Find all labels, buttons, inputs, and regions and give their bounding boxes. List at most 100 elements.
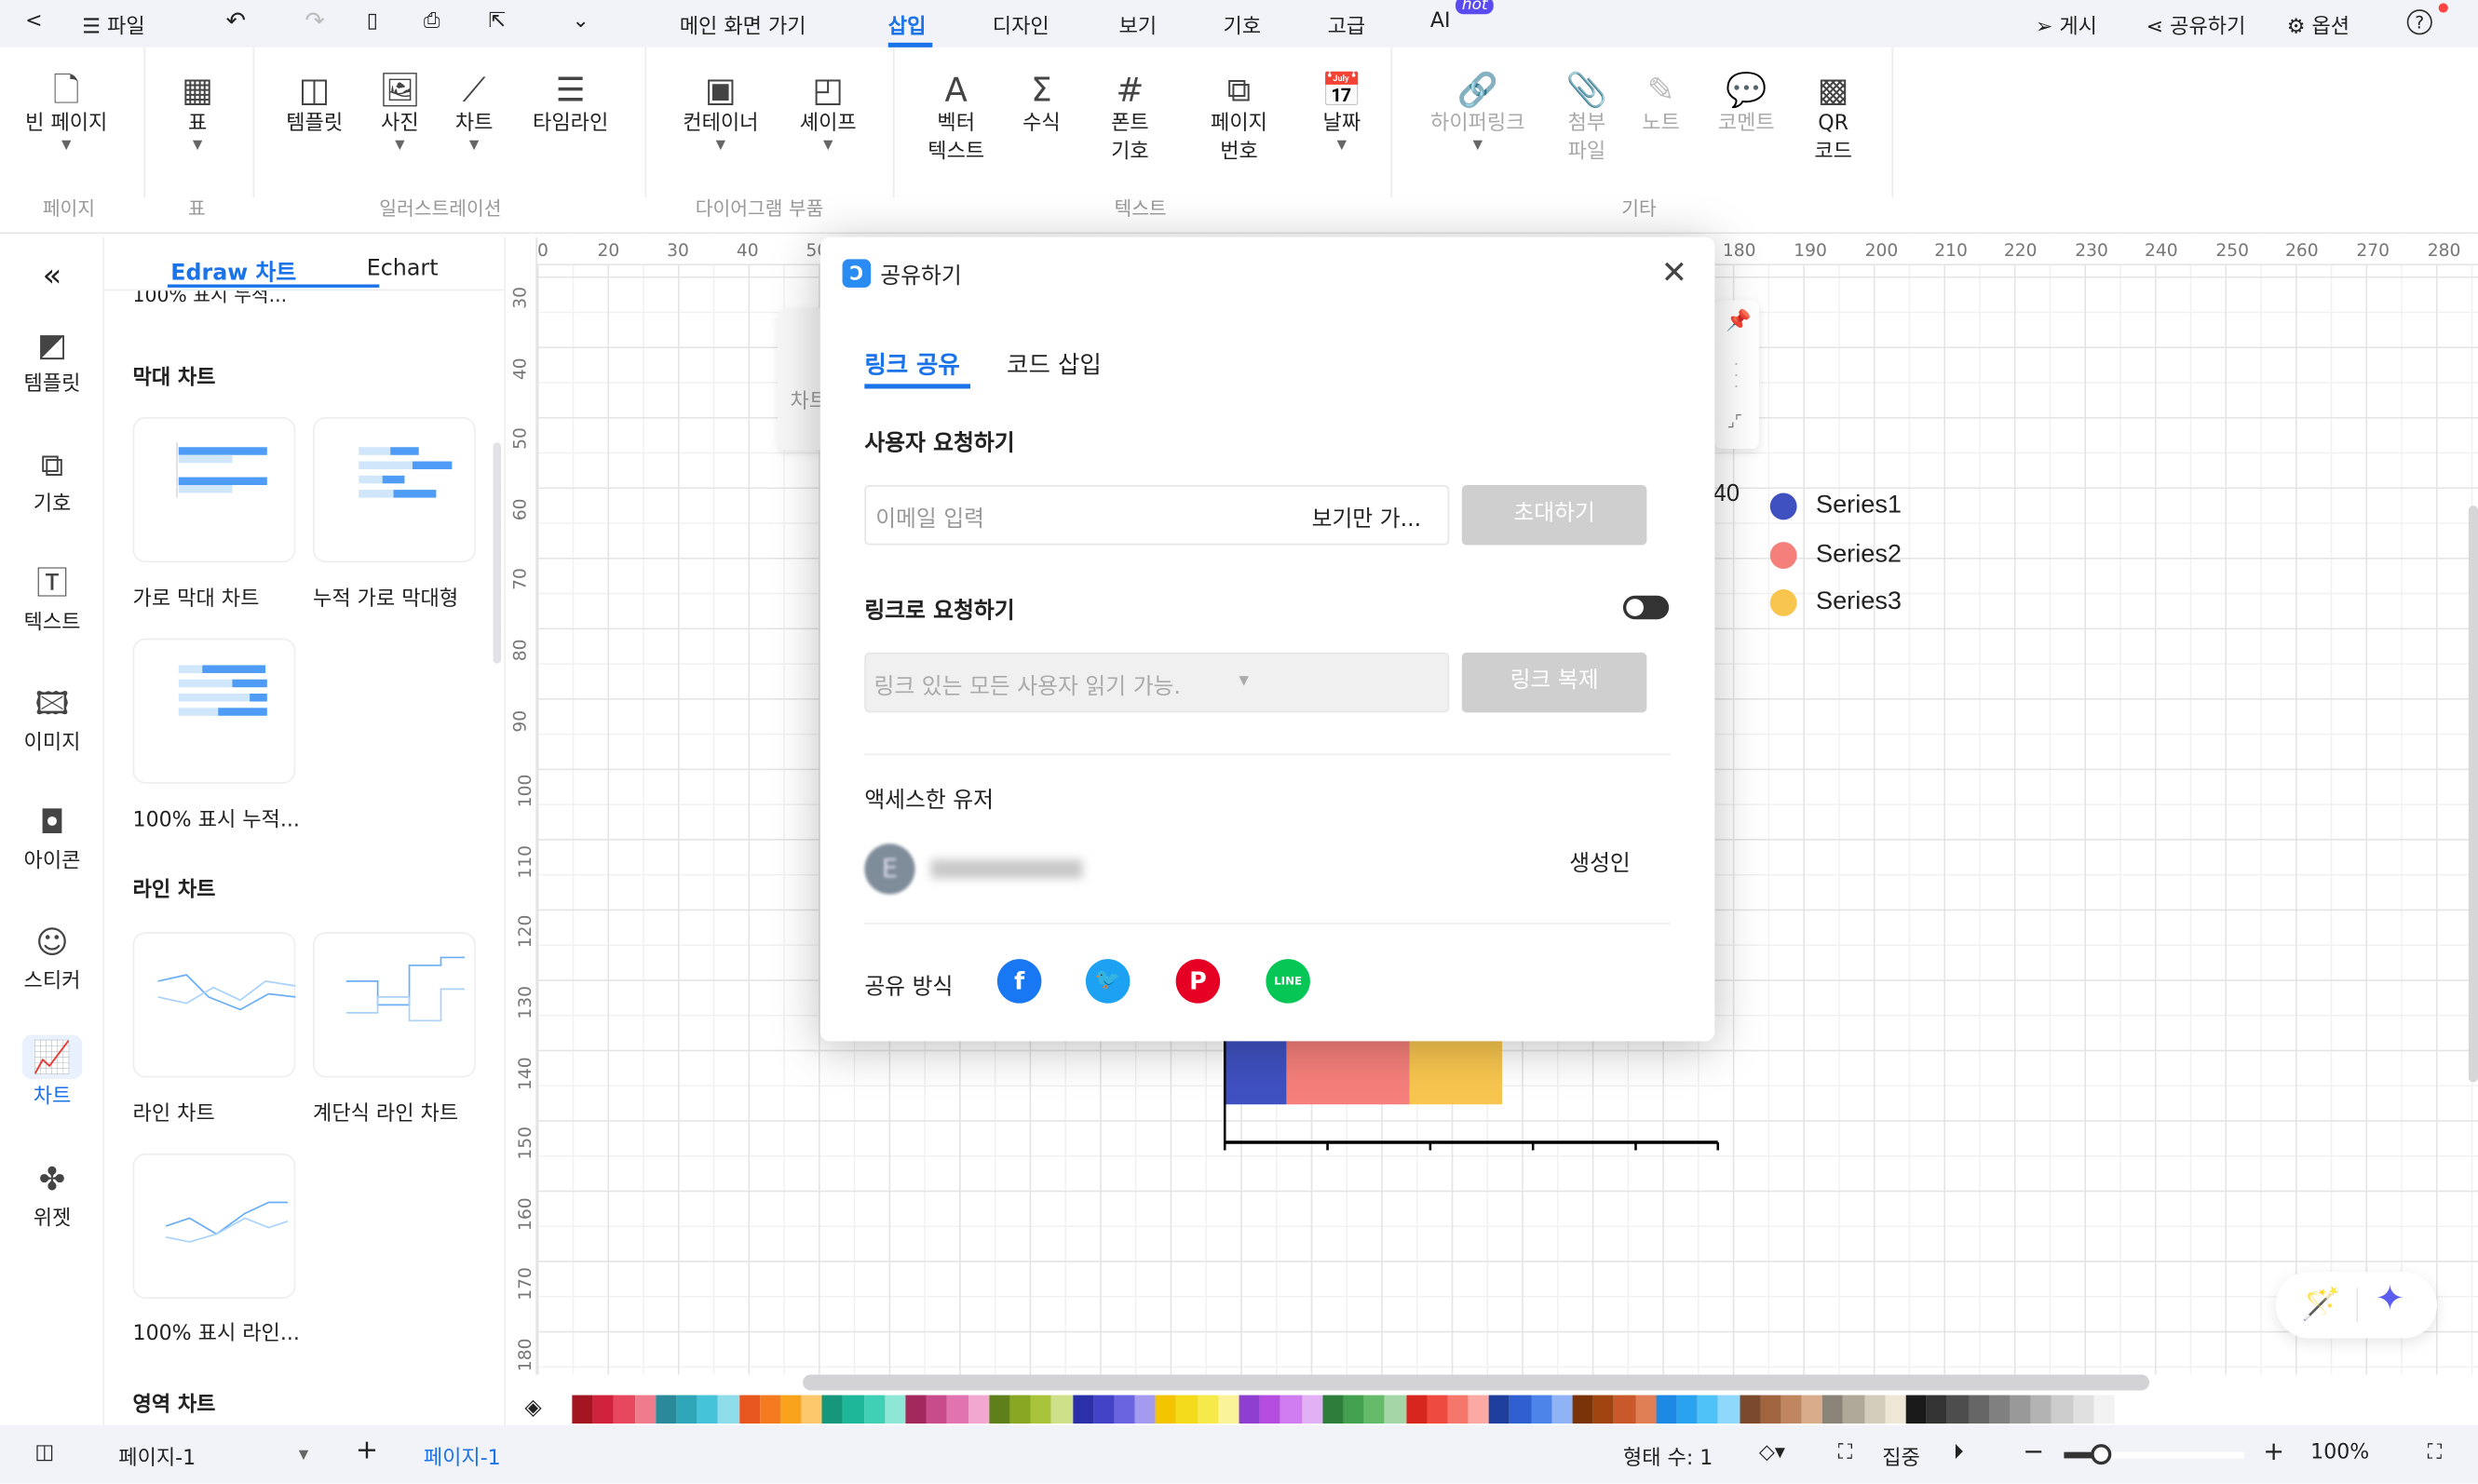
pin-icon[interactable]: 📌	[1726, 310, 1751, 333]
panel-scrollbar[interactable]	[493, 442, 501, 664]
magic-wand-icon[interactable]: 🪄	[2301, 1285, 2340, 1323]
color-swatch[interactable]	[1176, 1395, 1198, 1424]
color-swatch[interactable]	[1760, 1395, 1781, 1424]
color-swatch[interactable]	[1843, 1395, 1864, 1424]
rail-item-symbol[interactable]: ⧉ 기호	[0, 442, 104, 517]
color-swatch[interactable]	[1009, 1395, 1031, 1424]
color-swatch[interactable]	[1405, 1395, 1427, 1424]
collapse-corner-icon[interactable]: ⌟⌜	[1727, 414, 1742, 432]
link-toggle[interactable]	[1622, 595, 1670, 620]
tab-design[interactable]: 디자인	[993, 9, 1049, 39]
color-swatch[interactable]	[1343, 1395, 1364, 1424]
color-swatch[interactable]	[614, 1395, 635, 1424]
color-swatch[interactable]	[1322, 1395, 1344, 1424]
facebook-icon[interactable]: f	[996, 959, 1042, 1004]
hyperlink-button[interactable]: 🔗 하이퍼링크 ▼	[1419, 70, 1537, 152]
chart-button[interactable]: ⟋ 차트 ▼	[446, 70, 503, 152]
add-page-button[interactable]: +	[356, 1435, 378, 1466]
zoom-slider-knob[interactable]	[2090, 1444, 2111, 1465]
color-swatch[interactable]	[1030, 1395, 1052, 1424]
color-swatch[interactable]	[926, 1395, 948, 1424]
color-swatch[interactable]	[1385, 1395, 1406, 1424]
color-swatch[interactable]	[1634, 1395, 1657, 1424]
color-swatch[interactable]	[1781, 1395, 1802, 1424]
close-icon[interactable]: ✕	[1661, 253, 1687, 291]
rail-item-template[interactable]: ◩ 템플릿	[0, 322, 104, 397]
chart-thumb-line[interactable]	[132, 932, 296, 1078]
color-swatch[interactable]	[655, 1395, 677, 1424]
tab-symbol[interactable]: 기호	[1224, 9, 1262, 39]
color-swatch[interactable]	[1197, 1395, 1219, 1424]
color-swatch[interactable]	[1592, 1395, 1615, 1424]
color-swatch[interactable]	[1614, 1395, 1635, 1424]
color-swatch[interactable]	[1676, 1395, 1698, 1424]
focus-icon[interactable]: ⛶	[1838, 1441, 1852, 1464]
invite-button[interactable]: 초대하기	[1461, 485, 1647, 546]
copy-link-button[interactable]: 링크 복제	[1461, 652, 1647, 713]
twitter-icon[interactable]: 🐦	[1085, 959, 1131, 1004]
color-swatch[interactable]	[1822, 1395, 1844, 1424]
container-button[interactable]: ▣ 컨테이너 ▼	[670, 70, 772, 152]
sparkle-icon[interactable]: ✦	[2376, 1280, 2404, 1319]
color-swatch[interactable]	[676, 1395, 697, 1424]
collapse-icon[interactable]: «	[0, 256, 104, 294]
color-swatch[interactable]	[1905, 1395, 1928, 1424]
template-button[interactable]: ◫ 템플릿	[275, 70, 354, 140]
line-icon[interactable]: LINE	[1266, 959, 1310, 1004]
color-swatch[interactable]	[905, 1395, 927, 1424]
print-icon[interactable]: ⎙	[424, 9, 440, 33]
color-swatch[interactable]	[2072, 1395, 2094, 1424]
date-button[interactable]: 📅 날짜 ▼	[1312, 70, 1372, 152]
color-swatch[interactable]	[1718, 1395, 1740, 1424]
color-swatch[interactable]	[738, 1395, 760, 1424]
fit-screen-icon[interactable]: ⛶	[2428, 1441, 2442, 1464]
color-swatch[interactable]	[592, 1395, 615, 1424]
color-swatch[interactable]	[947, 1395, 968, 1424]
color-swatch[interactable]	[1259, 1395, 1281, 1424]
redo-icon[interactable]: ↷	[305, 7, 325, 35]
drag-handle-icon[interactable]: · · ·	[1734, 358, 1739, 396]
main-home-link[interactable]: 메인 화면 가기	[680, 9, 806, 39]
comment-button[interactable]: 💬 코멘트	[1707, 70, 1786, 140]
color-swatch[interactable]	[2051, 1395, 2073, 1424]
options-button[interactable]: ⚙ 옵션	[2287, 9, 2349, 39]
more-icon[interactable]: ⌄	[572, 9, 589, 33]
note-button[interactable]: ✎ 노트	[1631, 70, 1690, 140]
color-swatch[interactable]	[1092, 1395, 1115, 1424]
color-swatch[interactable]	[1947, 1395, 1969, 1424]
formula-button[interactable]: Σ 수식	[1011, 70, 1071, 140]
share-button[interactable]: ⋖ 공유하기	[2146, 9, 2246, 39]
color-swatch[interactable]	[1114, 1395, 1135, 1424]
canvas-vertical-scrollbar[interactable]	[2468, 506, 2478, 1083]
color-swatch[interactable]	[801, 1395, 822, 1424]
color-swatch[interactable]	[863, 1395, 886, 1424]
color-swatch[interactable]	[1363, 1395, 1386, 1424]
color-swatch[interactable]	[634, 1395, 656, 1424]
color-swatch[interactable]	[1968, 1395, 1990, 1424]
color-swatch[interactable]	[572, 1395, 593, 1424]
color-swatch[interactable]	[2030, 1395, 2052, 1424]
qr-code-button[interactable]: ▩ QR 코드	[1802, 70, 1865, 168]
save-icon[interactable]: ▯	[367, 9, 378, 33]
font-symbol-button[interactable]: # 폰트 기호	[1097, 70, 1163, 168]
color-swatch[interactable]	[1489, 1395, 1510, 1424]
color-swatch[interactable]	[1280, 1395, 1302, 1424]
blank-page-button[interactable]: 🗋 빈 페이지 ▼	[16, 70, 117, 152]
tab-edraw-chart[interactable]: Edraw 차트	[170, 256, 296, 288]
timeline-button[interactable]: ☰ 타임라인	[521, 70, 619, 140]
color-swatch[interactable]	[988, 1395, 1010, 1424]
zoom-in-button[interactable]: +	[2263, 1437, 2284, 1466]
pinterest-icon[interactable]: P	[1175, 959, 1221, 1004]
link-permission-select[interactable]: 링크 있는 모든 사용자 읽기 가능. ▼	[864, 652, 1450, 713]
play-icon[interactable]: ⏵	[1954, 1441, 1964, 1464]
color-swatch[interactable]	[843, 1395, 864, 1424]
color-swatch[interactable]	[1051, 1395, 1073, 1424]
color-swatch[interactable]	[1885, 1395, 1906, 1424]
export-icon[interactable]: ⇱	[488, 9, 506, 33]
color-swatch[interactable]	[718, 1395, 739, 1424]
tab-view[interactable]: 보기	[1119, 9, 1158, 39]
tab-ai[interactable]: AI	[1430, 9, 1451, 33]
zoom-out-button[interactable]: −	[2023, 1437, 2044, 1466]
color-swatch[interactable]	[1572, 1395, 1593, 1424]
color-swatch[interactable]	[885, 1395, 906, 1424]
